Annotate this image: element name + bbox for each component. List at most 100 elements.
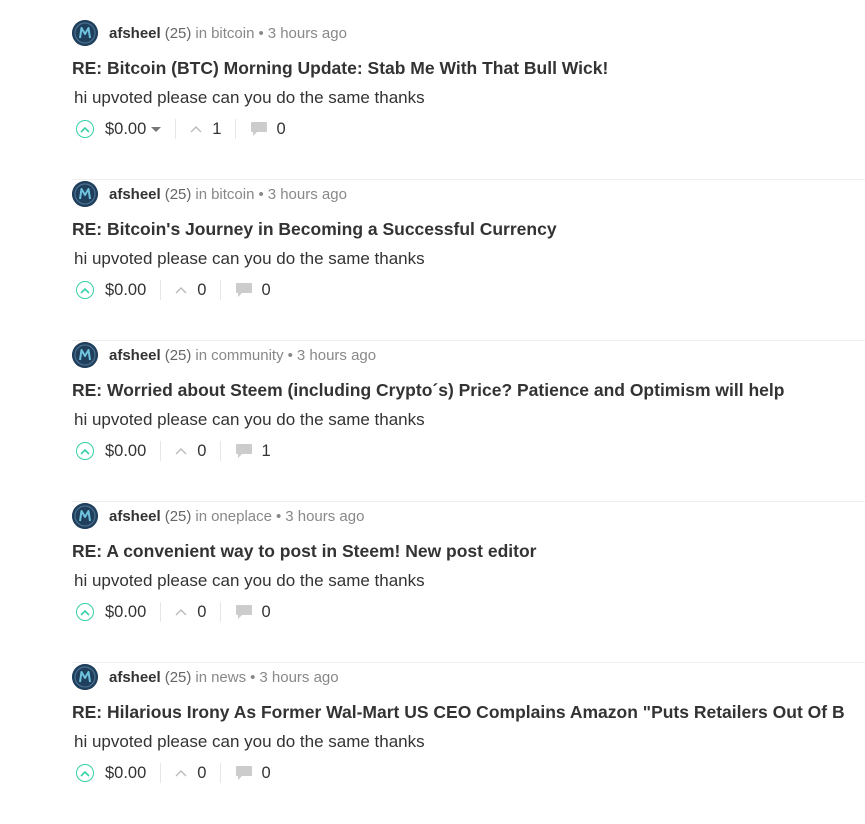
payout-value[interactable]: $0.00 bbox=[105, 281, 146, 300]
avatar[interactable] bbox=[72, 20, 98, 46]
divider bbox=[160, 602, 162, 622]
voters-button[interactable]: 0 bbox=[175, 442, 206, 461]
upvote-button[interactable] bbox=[76, 120, 94, 138]
avatar[interactable] bbox=[72, 664, 98, 690]
chevron-up-icon bbox=[190, 126, 202, 133]
upvote-button[interactable] bbox=[76, 442, 94, 460]
comments-button[interactable]: 0 bbox=[235, 602, 271, 622]
community-link[interactable]: oneplace bbox=[211, 508, 272, 525]
post-title[interactable]: RE: Worried about Steem (including Crypt… bbox=[72, 379, 784, 401]
vote-count: 0 bbox=[197, 441, 207, 460]
comment-count: 0 bbox=[276, 119, 286, 138]
post-title[interactable]: RE: Bitcoin (BTC) Morning Update: Stab M… bbox=[72, 57, 608, 79]
in-label: in bbox=[195, 668, 208, 686]
post-body[interactable]: hi upvoted please can you do the same th… bbox=[74, 248, 425, 270]
in-label: in bbox=[195, 507, 208, 525]
feed-item: afsheel (25) in bitcoin • 3 hours ago RE… bbox=[72, 19, 865, 180]
comments-button[interactable]: 0 bbox=[235, 281, 271, 300]
avatar[interactable] bbox=[72, 342, 98, 368]
post-title[interactable]: RE: A convenient way to post in Steem! N… bbox=[72, 540, 536, 562]
timestamp[interactable]: 3 hours ago bbox=[268, 25, 347, 42]
avatar[interactable] bbox=[72, 181, 98, 207]
author-name[interactable]: afsheel bbox=[109, 25, 161, 42]
post-meta: afsheel (25) in community • 3 hours ago bbox=[72, 341, 376, 369]
divider bbox=[220, 602, 222, 622]
vote-count: 1 bbox=[212, 119, 222, 138]
avatar-logo-icon bbox=[72, 664, 98, 690]
author-name[interactable]: afsheel bbox=[109, 186, 161, 203]
in-label: in bbox=[195, 346, 208, 364]
chevron-up-icon bbox=[175, 770, 187, 777]
post-title[interactable]: RE: Bitcoin's Journey in Becoming a Succ… bbox=[72, 218, 557, 240]
comment-icon bbox=[236, 605, 253, 619]
post-actions: $0.00 1 0 bbox=[76, 118, 286, 140]
post-actions: $0.00 0 1 bbox=[76, 440, 271, 462]
post-body[interactable]: hi upvoted please can you do the same th… bbox=[74, 409, 425, 431]
chevron-up-icon bbox=[80, 609, 90, 616]
chevron-up-icon bbox=[80, 287, 90, 294]
author-reputation: (25) bbox=[164, 507, 192, 525]
separator-dot: • bbox=[287, 346, 293, 364]
divider bbox=[175, 119, 177, 139]
community-link[interactable]: news bbox=[211, 669, 246, 686]
comments-button[interactable]: 0 bbox=[250, 119, 286, 139]
avatar-logo-icon bbox=[72, 503, 98, 529]
vote-count: 0 bbox=[197, 602, 207, 621]
voters-button[interactable]: 0 bbox=[175, 281, 206, 300]
caret-down-icon bbox=[151, 126, 162, 132]
comments-button[interactable]: 1 bbox=[235, 441, 271, 461]
avatar-logo-icon bbox=[72, 20, 98, 46]
payout-value[interactable]: $0.00 bbox=[105, 603, 146, 622]
voters-button[interactable]: 0 bbox=[175, 764, 206, 783]
vote-count: 0 bbox=[197, 763, 207, 782]
payout-value[interactable]: $0.00 bbox=[105, 764, 146, 783]
divider bbox=[160, 280, 162, 300]
voters-button[interactable]: 0 bbox=[175, 603, 206, 622]
voters-button[interactable]: 1 bbox=[190, 120, 221, 139]
in-label: in bbox=[195, 185, 208, 203]
timestamp[interactable]: 3 hours ago bbox=[259, 669, 338, 686]
post-body[interactable]: hi upvoted please can you do the same th… bbox=[74, 731, 425, 753]
feed-item: afsheel (25) in oneplace • 3 hours ago R… bbox=[72, 502, 865, 663]
timestamp[interactable]: 3 hours ago bbox=[285, 508, 364, 525]
avatar-logo-icon bbox=[72, 342, 98, 368]
chevron-up-icon bbox=[175, 609, 187, 616]
post-body[interactable]: hi upvoted please can you do the same th… bbox=[74, 570, 425, 592]
post-meta: afsheel (25) in news • 3 hours ago bbox=[72, 663, 339, 691]
payout-dropdown[interactable]: $0.00 bbox=[105, 120, 162, 139]
upvote-button[interactable] bbox=[76, 281, 94, 299]
author-reputation: (25) bbox=[164, 185, 192, 203]
comment-icon bbox=[236, 283, 253, 297]
comment-icon bbox=[236, 444, 253, 458]
timestamp[interactable]: 3 hours ago bbox=[268, 186, 347, 203]
avatar-logo-icon bbox=[72, 181, 98, 207]
author-name[interactable]: afsheel bbox=[109, 508, 161, 525]
feed-item: afsheel (25) in community • 3 hours ago … bbox=[72, 341, 865, 502]
chevron-up-icon bbox=[80, 448, 90, 455]
author-name[interactable]: afsheel bbox=[109, 669, 161, 686]
comments-button[interactable]: 0 bbox=[235, 764, 271, 783]
community-link[interactable]: bitcoin bbox=[211, 25, 254, 42]
comment-count: 1 bbox=[261, 441, 271, 460]
divider bbox=[220, 441, 222, 461]
comment-icon bbox=[251, 122, 268, 136]
author-reputation: (25) bbox=[164, 24, 192, 42]
divider bbox=[160, 441, 162, 461]
post-actions: $0.00 0 0 bbox=[76, 762, 271, 784]
timestamp[interactable]: 3 hours ago bbox=[297, 347, 376, 364]
post-body[interactable]: hi upvoted please can you do the same th… bbox=[74, 87, 425, 109]
community-link[interactable]: bitcoin bbox=[211, 186, 254, 203]
divider bbox=[160, 763, 162, 783]
post-title[interactable]: RE: Hilarious Irony As Former Wal-Mart U… bbox=[72, 701, 845, 723]
chevron-up-icon bbox=[80, 126, 90, 133]
avatar[interactable] bbox=[72, 503, 98, 529]
payout-value[interactable]: $0.00 bbox=[105, 442, 146, 461]
community-link[interactable]: community bbox=[211, 347, 284, 364]
comment-count: 0 bbox=[261, 602, 271, 621]
separator-dot: • bbox=[258, 24, 264, 42]
author-reputation: (25) bbox=[164, 346, 192, 364]
upvote-button[interactable] bbox=[76, 764, 94, 782]
author-name[interactable]: afsheel bbox=[109, 347, 161, 364]
separator-dot: • bbox=[275, 507, 282, 525]
upvote-button[interactable] bbox=[76, 603, 94, 621]
